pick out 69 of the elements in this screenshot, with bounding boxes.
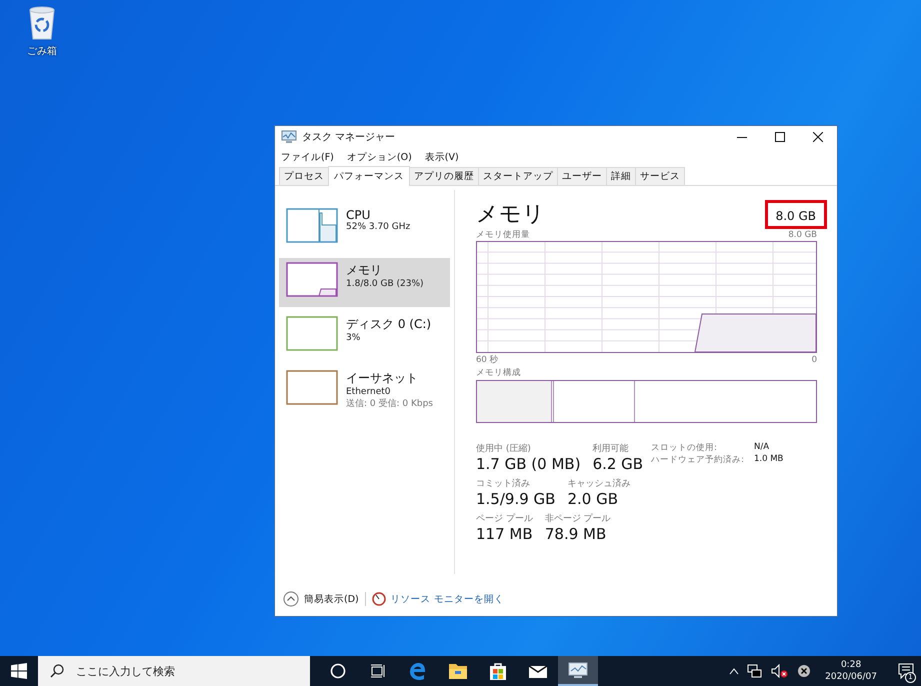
tab[interactable]: サービス <box>635 167 685 185</box>
graph-max-label: 8.0 GB <box>788 230 817 240</box>
stat-label: キャッシュ済み <box>567 478 630 490</box>
message-icon <box>898 663 914 679</box>
caret-up-icon[interactable] <box>729 667 740 675</box>
capacity-value: 8.0 GB <box>776 208 816 222</box>
stat-label: 使用中 (圧縮) <box>476 442 532 455</box>
sidebar-item[interactable]: ディスク 0 (C:) 3% <box>279 312 450 361</box>
item-detail: 1.8/8.0 GB (23%) <box>346 279 424 289</box>
stat-label: ページ プール <box>476 512 533 525</box>
recycle-bin-icon[interactable] <box>27 6 57 40</box>
item-detail: 52% 3.70 GHz <box>346 222 410 232</box>
tab[interactable]: ユーザー <box>557 167 607 185</box>
fewer-details-label: 簡易表示(D) <box>304 592 359 606</box>
menu-item[interactable]: 表示(V) <box>424 151 459 165</box>
property-label: スロットの使用: <box>651 442 718 454</box>
clock-date: 2020/06/07 <box>825 671 877 683</box>
graph-label: メモリ構成 <box>476 366 521 378</box>
stat-value: 2.0 GB <box>567 490 619 508</box>
network-icon[interactable] <box>747 664 764 678</box>
axis-label: 0 <box>812 354 817 364</box>
search-icon <box>50 664 64 678</box>
window-title: タスク マネージャー <box>302 131 396 144</box>
stat-value: 78.9 MB <box>544 525 608 543</box>
search-field[interactable]: ここに入力して検索 <box>38 656 310 686</box>
clock-time: 0:28 <box>840 659 862 671</box>
maximize-icon <box>775 132 785 142</box>
desktop-icon-label[interactable]: ごみ箱 <box>27 44 57 58</box>
clock-button[interactable]: 0:28 2020/06/07 <box>819 659 883 683</box>
fewer-details-button[interactable]: 簡易表示(D) <box>283 591 359 607</box>
stat-value: 6.2 GB <box>592 455 644 473</box>
stat-label: コミット済み <box>476 478 531 490</box>
item-title: CPU <box>346 208 372 222</box>
item-detail: Ethernet0 <box>346 387 392 397</box>
sidebar-item[interactable]: メモリ 1.8/8.0 GB (23%) <box>279 258 450 307</box>
volume-muted-icon[interactable] <box>771 664 790 678</box>
axis-label: 60 秒 <box>476 354 499 366</box>
stat-label: 利用可能 <box>592 442 630 455</box>
search-input[interactable]: ここに入力して検索 <box>74 664 310 678</box>
stat-label: 非ページ プール <box>544 512 611 525</box>
x-circle-icon[interactable] <box>797 664 812 678</box>
item-title: ディスク 0 (C:) <box>346 316 432 333</box>
monitor-icon <box>281 130 297 144</box>
item-detail: 送信: 0 受信: 0 Kbps <box>346 398 433 410</box>
tab[interactable]: スタートアップ <box>478 167 558 185</box>
stat-value: 1.5/9.9 GB <box>476 490 556 508</box>
item-detail: 3% <box>346 333 362 343</box>
menu-item[interactable]: オプション(O) <box>346 151 412 165</box>
resource-monitor-link[interactable]: リソース モニターを開く <box>390 592 504 606</box>
item-title: メモリ <box>346 262 383 279</box>
property-value: 1.0 MB <box>754 454 784 466</box>
close-icon <box>813 132 823 142</box>
sidebar-item[interactable]: CPU 52% 3.70 GHz <box>279 204 450 253</box>
stat-value: 117 MB <box>476 525 533 543</box>
gauge-icon <box>372 592 386 606</box>
menu-item[interactable]: ファイル(F) <box>281 151 334 165</box>
task-manager-taskbar-icon[interactable] <box>558 656 598 686</box>
sidebar-item[interactable]: イーサネット Ethernet0 送信: 0 受信: 0 Kbps <box>279 366 450 415</box>
tab[interactable]: パフォーマンス <box>328 166 410 186</box>
stat-value: 1.7 GB (0 MB) <box>476 455 581 473</box>
graph-label: メモリ使用量 <box>476 228 530 240</box>
collapse-icon <box>283 591 299 607</box>
section-title: メモリ <box>476 201 545 229</box>
property-label: ハードウェア予約済み: <box>651 454 744 466</box>
tab[interactable]: プロセス <box>279 167 329 185</box>
item-title: イーサネット <box>346 370 419 387</box>
tab[interactable]: アプリの履歴 <box>409 167 479 185</box>
tab[interactable]: 詳細 <box>606 167 636 185</box>
property-value: N/A <box>754 442 770 454</box>
